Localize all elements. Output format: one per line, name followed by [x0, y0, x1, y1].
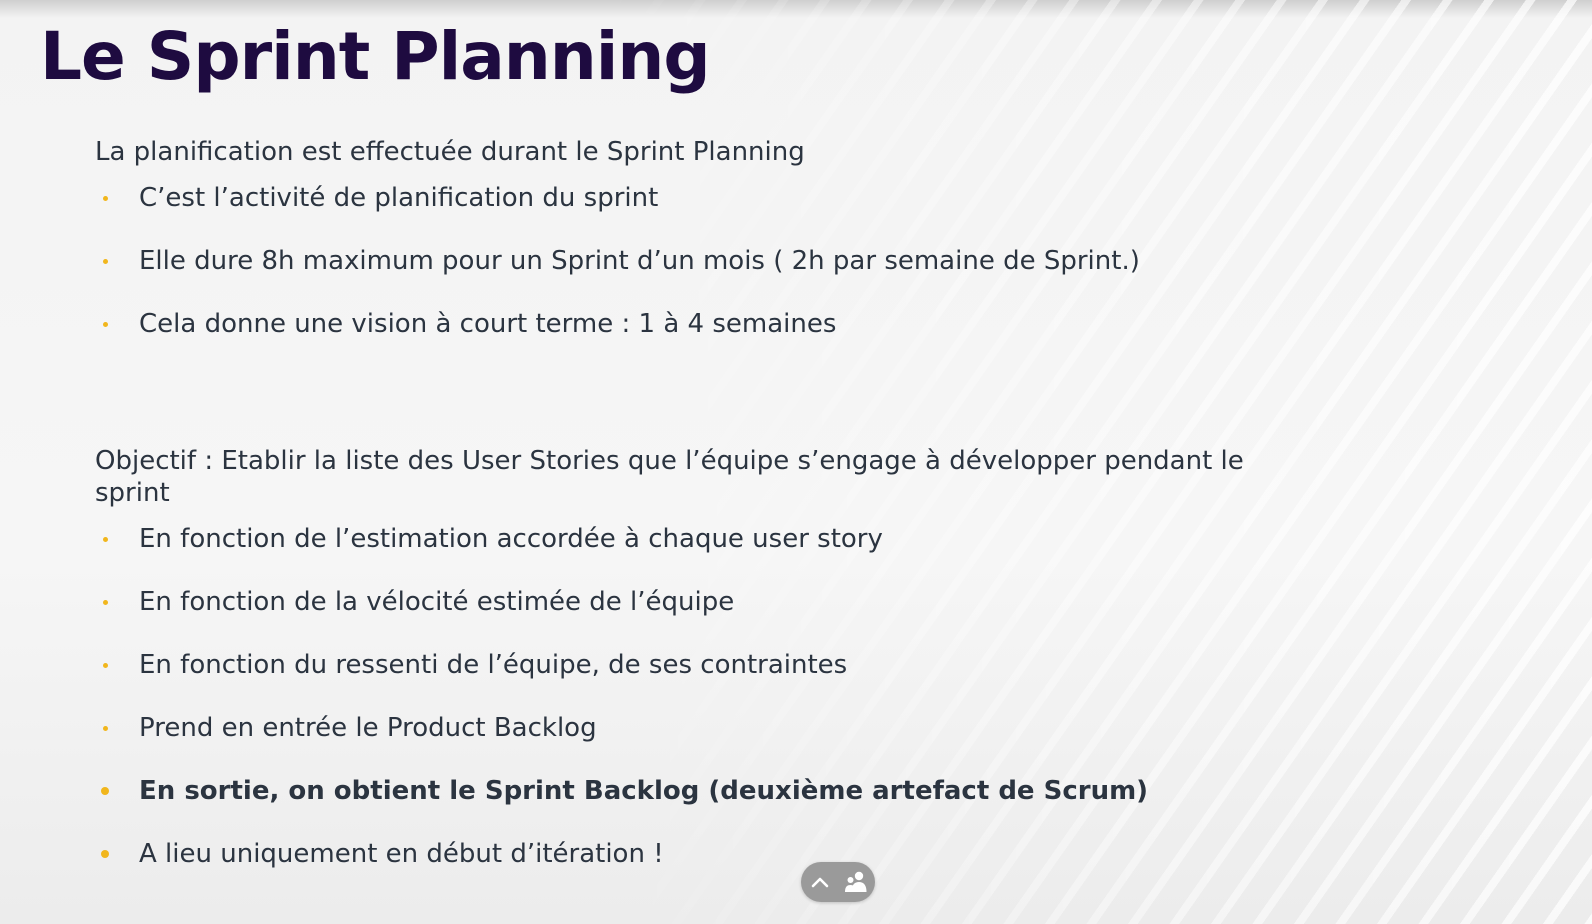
participants-icon[interactable] [843, 869, 869, 895]
bullet-dot-icon [103, 322, 108, 327]
bullet-text: En fonction de la vélocité estimée de l’… [139, 587, 735, 617]
objective-bullet-list: En fonction de l’estimation accordée à c… [95, 523, 1295, 901]
bullet-dot-icon [103, 600, 108, 605]
chevron-up-icon[interactable] [807, 869, 833, 895]
bullet-text: A lieu uniquement en début d’itération ! [139, 839, 664, 869]
bullet-item: En fonction du ressenti de l’équipe, de … [95, 649, 1295, 712]
bullet-item: En fonction de la vélocité estimée de l’… [95, 586, 1295, 649]
intro-bullet-list: C’est l’activité de planification du spr… [95, 182, 1295, 371]
bullet-item: En fonction de l’estimation accordée à c… [95, 523, 1295, 586]
bullet-dot-icon [101, 787, 109, 795]
bullet-item: A lieu uniquement en début d’itération ! [95, 838, 1295, 901]
bullet-item-emphasized: En sortie, on obtient le Sprint Backlog … [95, 775, 1295, 838]
bullet-text: Elle dure 8h maximum pour un Sprint d’un… [139, 246, 1140, 276]
floating-toolbar [801, 862, 875, 902]
bullet-dot-icon [103, 196, 108, 201]
bullet-text: C’est l’activité de planification du spr… [139, 183, 659, 213]
bullet-item: Elle dure 8h maximum pour un Sprint d’un… [95, 245, 1295, 308]
bullet-item: Cela donne une vision à court terme : 1 … [95, 308, 1295, 371]
bullet-text: Cela donne une vision à court terme : 1 … [139, 309, 837, 339]
slide: Le Sprint Planning La planification est … [0, 0, 1592, 924]
slide-content: La planification est effectuée durant le… [95, 136, 1295, 901]
bullet-text: En fonction du ressenti de l’équipe, de … [139, 650, 848, 680]
bullet-item: Prend en entrée le Product Backlog [95, 712, 1295, 775]
bullet-item: C’est l’activité de planification du spr… [95, 182, 1295, 245]
bullet-dot-icon [103, 726, 108, 731]
bullet-text: En fonction de l’estimation accordée à c… [139, 524, 883, 554]
bullet-text: En sortie, on obtient le Sprint Backlog … [139, 776, 1149, 806]
bullet-dot-icon [103, 259, 108, 264]
bullet-dot-icon [103, 537, 108, 542]
intro-text: La planification est effectuée durant le… [95, 137, 805, 167]
bullet-dot-icon [101, 850, 109, 858]
bullet-text: Prend en entrée le Product Backlog [139, 713, 597, 743]
slide-title: Le Sprint Planning [40, 18, 711, 95]
objective-text: Objectif : Etablir la liste des User Sto… [95, 446, 1244, 508]
bullet-dot-icon [103, 663, 108, 668]
